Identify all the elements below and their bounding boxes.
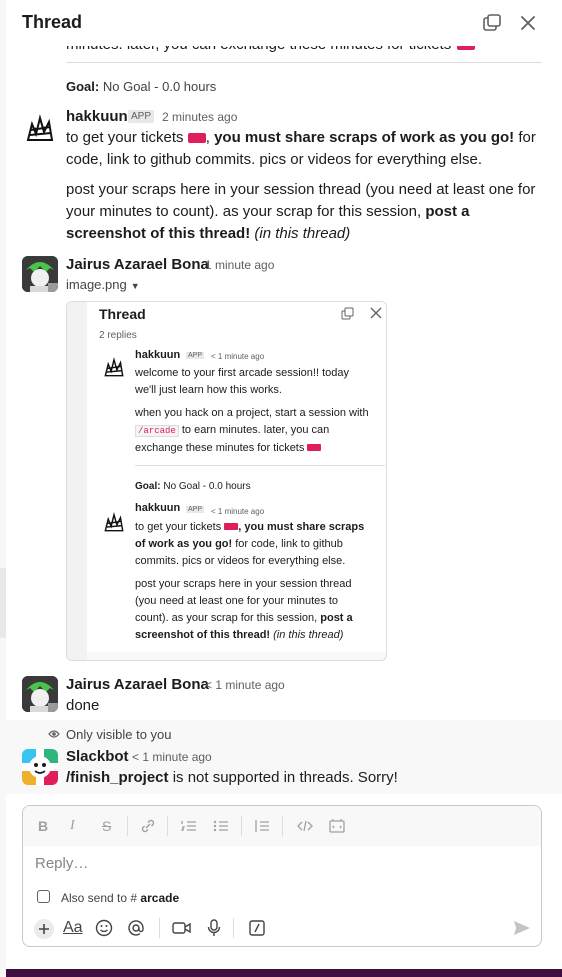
slash-command-icon[interactable] xyxy=(249,920,265,936)
ticket-emoji-icon xyxy=(224,523,239,530)
screenshot-author: hakkuun xyxy=(135,502,181,514)
avatar-jairus[interactable] xyxy=(22,256,58,292)
code-block-icon[interactable] xyxy=(329,819,345,833)
toolbar-divider xyxy=(233,918,234,938)
avatar-hakkuun xyxy=(104,511,124,532)
message-body: to get your tickets , you must share scr… xyxy=(66,129,536,168)
strikethrough-icon[interactable]: S xyxy=(102,818,111,834)
screenshot-time: < 1 minute ago xyxy=(211,352,265,361)
also-send-checkbox[interactable] xyxy=(37,890,50,903)
message-body: done xyxy=(66,697,100,714)
avatar-hakkuun xyxy=(104,356,124,377)
screenshot-thread: Thread 2 replies hakkuun APP < 1 minute … xyxy=(87,302,386,652)
bold-icon[interactable]: B xyxy=(38,818,48,834)
app-badge: APP xyxy=(128,110,155,123)
app-badge: APP xyxy=(186,506,205,513)
quote-divider xyxy=(66,62,542,63)
message-author[interactable]: Jairus Azarael Bona xyxy=(66,676,209,693)
toolbar-divider xyxy=(167,816,168,836)
numbered-list-icon[interactable] xyxy=(181,820,197,832)
formatting-toolbar: B I S xyxy=(23,806,541,846)
message-timestamp[interactable]: 2 minutes ago xyxy=(162,110,237,124)
goal-status: Goal: No Goal - 0.0 hours xyxy=(66,79,217,94)
message-body: post your scraps here in your session th… xyxy=(66,181,536,242)
emoji-icon[interactable] xyxy=(95,919,113,937)
code-icon[interactable] xyxy=(297,820,313,832)
mention-icon[interactable] xyxy=(127,919,145,937)
screenshot-author: hakkuun xyxy=(135,349,181,361)
toolbar-divider xyxy=(282,816,283,836)
blockquote-icon[interactable] xyxy=(254,820,270,832)
screenshot-text: welcome to your first arcade session!! t… xyxy=(135,367,369,454)
avatar-slackbot[interactable] xyxy=(22,749,58,785)
close-icon xyxy=(370,307,382,319)
screenshot-text: to get your tickets , you must share scr… xyxy=(135,521,365,641)
replies-count: 2 replies xyxy=(99,330,137,341)
link-icon[interactable] xyxy=(140,819,156,833)
thread-title: Thread xyxy=(22,12,83,32)
close-icon[interactable] xyxy=(518,13,538,33)
quote-divider xyxy=(135,465,385,466)
screenshot-goal: Goal: No Goal - 0.0 hours xyxy=(135,481,251,492)
image-attachment[interactable]: Thread 2 replies hakkuun APP < 1 minute … xyxy=(66,301,387,661)
also-send-label[interactable]: Also send to # arcade xyxy=(61,891,179,905)
send-icon[interactable] xyxy=(513,919,531,937)
italic-icon[interactable]: I xyxy=(70,818,75,834)
message-author[interactable]: Jairus Azarael Bona xyxy=(66,256,209,273)
video-icon[interactable] xyxy=(172,921,192,935)
reply-composer: B I S Also send to # arcade Aa xyxy=(22,805,542,947)
toolbar-divider xyxy=(241,816,242,836)
ephemeral-message: Only visible to you Slackbot < 1 minute … xyxy=(6,720,562,794)
screenshot-time: < 1 minute ago xyxy=(211,507,265,516)
file-name-toggle[interactable]: image.png ▼ xyxy=(66,277,140,292)
eye-icon xyxy=(48,730,60,738)
message-author[interactable]: Slackbot xyxy=(66,748,129,765)
avatar-hakkuun[interactable] xyxy=(22,110,58,146)
bulleted-list-icon[interactable] xyxy=(213,820,229,832)
message-timestamp[interactable]: 1 minute ago xyxy=(205,258,274,272)
thread-header: Thread xyxy=(6,0,562,46)
open-in-window-icon[interactable] xyxy=(482,13,502,33)
message-author[interactable]: hakkuun xyxy=(66,108,128,125)
avatar-jairus[interactable] xyxy=(22,676,58,712)
formatting-toggle-icon[interactable]: Aa xyxy=(63,919,83,937)
message-body: /finish_project is not supported in thre… xyxy=(66,769,398,786)
toolbar-divider xyxy=(127,816,128,836)
thread-panel: minutes. later, you can exchange these m… xyxy=(6,0,562,969)
screenshot-title: Thread xyxy=(99,306,146,322)
microphone-icon[interactable] xyxy=(207,919,221,937)
app-badge: APP xyxy=(186,352,205,359)
reply-input[interactable] xyxy=(35,855,525,872)
ticket-emoji-icon xyxy=(307,444,322,451)
ticket-emoji-icon xyxy=(187,133,206,144)
toolbar-divider xyxy=(159,918,160,938)
message-timestamp[interactable]: < 1 minute ago xyxy=(132,750,212,764)
message-timestamp[interactable]: < 1 minute ago xyxy=(205,678,285,692)
open-in-window-icon xyxy=(341,307,354,320)
caret-down-icon: ▼ xyxy=(130,281,140,291)
visibility-note: Only visible to you xyxy=(66,727,172,742)
preview-edge xyxy=(67,302,87,660)
plus-icon[interactable] xyxy=(33,918,55,940)
